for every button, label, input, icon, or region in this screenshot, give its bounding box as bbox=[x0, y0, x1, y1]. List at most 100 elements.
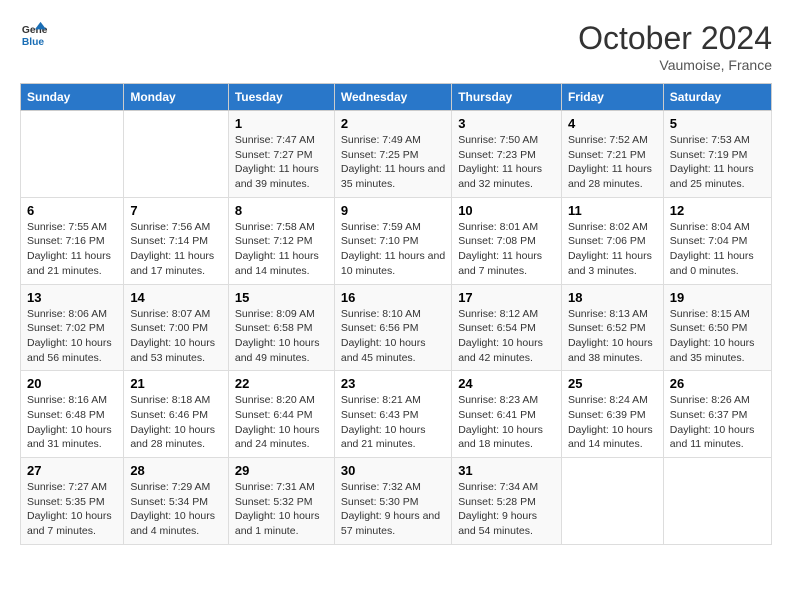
calendar-cell: 22 Sunrise: 8:20 AM Sunset: 6:44 PM Dayli… bbox=[228, 371, 334, 458]
day-number: 29 bbox=[235, 463, 328, 478]
day-number: 23 bbox=[341, 376, 445, 391]
calendar-cell: 7 Sunrise: 7:56 AM Sunset: 7:14 PM Daylig… bbox=[124, 197, 229, 284]
day-number: 31 bbox=[458, 463, 555, 478]
calendar-cell: 5 Sunrise: 7:53 AM Sunset: 7:19 PM Daylig… bbox=[663, 111, 771, 198]
day-number: 30 bbox=[341, 463, 445, 478]
weekday-header-cell: Sunday bbox=[21, 84, 124, 111]
calendar-cell: 12 Sunrise: 8:04 AM Sunset: 7:04 PM Dayli… bbox=[663, 197, 771, 284]
day-number: 3 bbox=[458, 116, 555, 131]
day-info: Sunrise: 7:58 AM Sunset: 7:12 PM Dayligh… bbox=[235, 220, 328, 279]
month-title: October 2024 bbox=[578, 20, 772, 57]
calendar-cell bbox=[124, 111, 229, 198]
calendar-cell: 18 Sunrise: 8:13 AM Sunset: 6:52 PM Dayli… bbox=[561, 284, 663, 371]
calendar-cell: 21 Sunrise: 8:18 AM Sunset: 6:46 PM Dayli… bbox=[124, 371, 229, 458]
day-number: 26 bbox=[670, 376, 765, 391]
calendar-cell: 4Sunrise: 7:52 AM Sunset: 7:21 PM Daylig… bbox=[561, 111, 663, 198]
day-number: 15 bbox=[235, 290, 328, 305]
calendar-cell: 10Sunrise: 8:01 AM Sunset: 7:08 PM Dayli… bbox=[452, 197, 562, 284]
day-number: 8 bbox=[235, 203, 328, 218]
calendar-cell: 17Sunrise: 8:12 AM Sunset: 6:54 PM Dayli… bbox=[452, 284, 562, 371]
calendar-cell: 13 Sunrise: 8:06 AM Sunset: 7:02 PM Dayli… bbox=[21, 284, 124, 371]
calendar-cell: 19 Sunrise: 8:15 AM Sunset: 6:50 PM Dayli… bbox=[663, 284, 771, 371]
calendar-cell: 20Sunrise: 8:16 AM Sunset: 6:48 PM Dayli… bbox=[21, 371, 124, 458]
day-info: Sunrise: 8:02 AM Sunset: 7:06 PM Dayligh… bbox=[568, 220, 657, 279]
calendar-week-row: 1Sunrise: 7:47 AM Sunset: 7:27 PM Daylig… bbox=[21, 111, 772, 198]
day-info: Sunrise: 8:20 AM Sunset: 6:44 PM Dayligh… bbox=[235, 393, 328, 452]
day-number: 19 bbox=[670, 290, 765, 305]
day-info: Sunrise: 7:27 AM Sunset: 5:35 PM Dayligh… bbox=[27, 480, 117, 539]
calendar-week-row: 6 Sunrise: 7:55 AM Sunset: 7:16 PM Daylig… bbox=[21, 197, 772, 284]
day-info: Sunrise: 7:49 AM Sunset: 7:25 PM Dayligh… bbox=[341, 133, 445, 192]
day-number: 27 bbox=[27, 463, 117, 478]
calendar-cell: 16 Sunrise: 8:10 AM Sunset: 6:56 PM Dayli… bbox=[334, 284, 451, 371]
calendar-cell bbox=[21, 111, 124, 198]
day-number: 21 bbox=[130, 376, 222, 391]
day-number: 4 bbox=[568, 116, 657, 131]
weekday-header-cell: Wednesday bbox=[334, 84, 451, 111]
day-info: Sunrise: 8:21 AM Sunset: 6:43 PM Dayligh… bbox=[341, 393, 445, 452]
calendar-cell: 6 Sunrise: 7:55 AM Sunset: 7:16 PM Daylig… bbox=[21, 197, 124, 284]
day-info: Sunrise: 8:23 AM Sunset: 6:41 PM Dayligh… bbox=[458, 393, 555, 452]
day-number: 7 bbox=[130, 203, 222, 218]
calendar-week-row: 27 Sunrise: 7:27 AM Sunset: 5:35 PM Dayli… bbox=[21, 458, 772, 545]
day-info: Sunrise: 7:56 AM Sunset: 7:14 PM Dayligh… bbox=[130, 220, 222, 279]
logo: General Blue bbox=[20, 20, 48, 48]
day-info: Sunrise: 8:18 AM Sunset: 6:46 PM Dayligh… bbox=[130, 393, 222, 452]
calendar-cell: 3 Sunrise: 7:50 AM Sunset: 7:23 PM Daylig… bbox=[452, 111, 562, 198]
calendar-cell: 15 Sunrise: 8:09 AM Sunset: 6:58 PM Dayli… bbox=[228, 284, 334, 371]
day-info: Sunrise: 7:50 AM Sunset: 7:23 PM Dayligh… bbox=[458, 133, 555, 192]
day-info: Sunrise: 7:32 AM Sunset: 5:30 PM Dayligh… bbox=[341, 480, 445, 539]
day-info: Sunrise: 7:53 AM Sunset: 7:19 PM Dayligh… bbox=[670, 133, 765, 192]
day-number: 6 bbox=[27, 203, 117, 218]
calendar-cell: 1Sunrise: 7:47 AM Sunset: 7:27 PM Daylig… bbox=[228, 111, 334, 198]
day-number: 16 bbox=[341, 290, 445, 305]
calendar-cell: 9 Sunrise: 7:59 AM Sunset: 7:10 PM Daylig… bbox=[334, 197, 451, 284]
page-header: General Blue October 2024 Vaumoise, Fran… bbox=[20, 20, 772, 73]
day-info: Sunrise: 8:04 AM Sunset: 7:04 PM Dayligh… bbox=[670, 220, 765, 279]
day-number: 5 bbox=[670, 116, 765, 131]
day-number: 11 bbox=[568, 203, 657, 218]
day-number: 18 bbox=[568, 290, 657, 305]
calendar-week-row: 13 Sunrise: 8:06 AM Sunset: 7:02 PM Dayli… bbox=[21, 284, 772, 371]
calendar-cell: 2Sunrise: 7:49 AM Sunset: 7:25 PM Daylig… bbox=[334, 111, 451, 198]
calendar-cell: 23 Sunrise: 8:21 AM Sunset: 6:43 PM Dayli… bbox=[334, 371, 451, 458]
weekday-header-cell: Tuesday bbox=[228, 84, 334, 111]
day-info: Sunrise: 8:24 AM Sunset: 6:39 PM Dayligh… bbox=[568, 393, 657, 452]
day-info: Sunrise: 7:29 AM Sunset: 5:34 PM Dayligh… bbox=[130, 480, 222, 539]
day-number: 24 bbox=[458, 376, 555, 391]
day-number: 9 bbox=[341, 203, 445, 218]
svg-text:Blue: Blue bbox=[22, 37, 45, 48]
day-number: 13 bbox=[27, 290, 117, 305]
calendar-cell bbox=[561, 458, 663, 545]
day-number: 14 bbox=[130, 290, 222, 305]
day-info: Sunrise: 8:13 AM Sunset: 6:52 PM Dayligh… bbox=[568, 307, 657, 366]
calendar-cell: 27 Sunrise: 7:27 AM Sunset: 5:35 PM Dayli… bbox=[21, 458, 124, 545]
calendar-table: SundayMondayTuesdayWednesdayThursdayFrid… bbox=[20, 83, 772, 545]
weekday-header-cell: Friday bbox=[561, 84, 663, 111]
weekday-header-cell: Saturday bbox=[663, 84, 771, 111]
day-number: 28 bbox=[130, 463, 222, 478]
calendar-cell: 8 Sunrise: 7:58 AM Sunset: 7:12 PM Daylig… bbox=[228, 197, 334, 284]
day-number: 22 bbox=[235, 376, 328, 391]
calendar-cell: 30 Sunrise: 7:32 AM Sunset: 5:30 PM Dayli… bbox=[334, 458, 451, 545]
weekday-header-cell: Monday bbox=[124, 84, 229, 111]
calendar-cell: 31 Sunrise: 7:34 AM Sunset: 5:28 PM Dayli… bbox=[452, 458, 562, 545]
day-number: 20 bbox=[27, 376, 117, 391]
day-info: Sunrise: 8:10 AM Sunset: 6:56 PM Dayligh… bbox=[341, 307, 445, 366]
calendar-body: 1Sunrise: 7:47 AM Sunset: 7:27 PM Daylig… bbox=[21, 111, 772, 545]
calendar-week-row: 20Sunrise: 8:16 AM Sunset: 6:48 PM Dayli… bbox=[21, 371, 772, 458]
calendar-cell: 28 Sunrise: 7:29 AM Sunset: 5:34 PM Dayli… bbox=[124, 458, 229, 545]
calendar-cell: 29Sunrise: 7:31 AM Sunset: 5:32 PM Dayli… bbox=[228, 458, 334, 545]
day-number: 12 bbox=[670, 203, 765, 218]
day-info: Sunrise: 7:34 AM Sunset: 5:28 PM Dayligh… bbox=[458, 480, 555, 539]
weekday-header-row: SundayMondayTuesdayWednesdayThursdayFrid… bbox=[21, 84, 772, 111]
location: Vaumoise, France bbox=[578, 57, 772, 73]
day-info: Sunrise: 8:09 AM Sunset: 6:58 PM Dayligh… bbox=[235, 307, 328, 366]
day-number: 10 bbox=[458, 203, 555, 218]
day-info: Sunrise: 7:59 AM Sunset: 7:10 PM Dayligh… bbox=[341, 220, 445, 279]
day-info: Sunrise: 7:55 AM Sunset: 7:16 PM Dayligh… bbox=[27, 220, 117, 279]
day-info: Sunrise: 8:15 AM Sunset: 6:50 PM Dayligh… bbox=[670, 307, 765, 366]
day-info: Sunrise: 8:26 AM Sunset: 6:37 PM Dayligh… bbox=[670, 393, 765, 452]
day-info: Sunrise: 8:06 AM Sunset: 7:02 PM Dayligh… bbox=[27, 307, 117, 366]
day-number: 17 bbox=[458, 290, 555, 305]
